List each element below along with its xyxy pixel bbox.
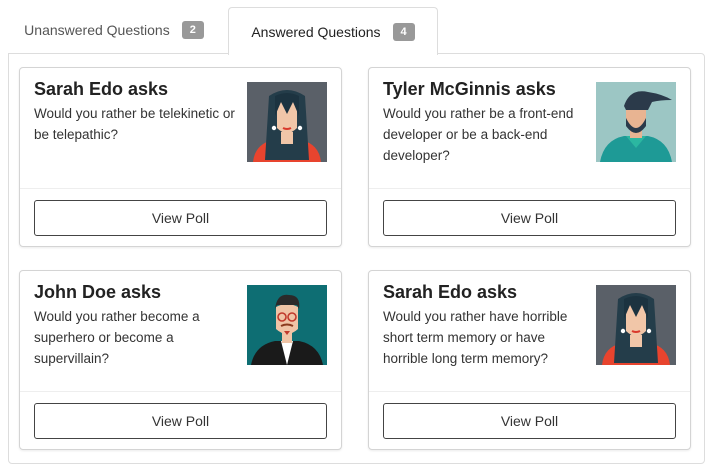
view-poll-button[interactable]: View Poll <box>34 403 327 439</box>
avatar <box>596 285 676 365</box>
poll-author: Sarah Edo asks <box>383 282 518 302</box>
poll-card: Sarah Edo asks Would you rather have hor… <box>368 270 691 450</box>
card-divider <box>369 391 690 392</box>
card-divider <box>20 188 341 189</box>
poll-author: Tyler McGinnis asks <box>383 79 556 99</box>
view-poll-button[interactable]: View Poll <box>34 200 327 236</box>
poll-author: Sarah Edo asks <box>34 79 169 99</box>
view-poll-button[interactable]: View Poll <box>383 403 676 439</box>
tab-answered-questions[interactable]: Answered Questions 4 <box>228 7 438 55</box>
poll-card: Tyler McGinnis asks Would you rather be … <box>368 67 691 247</box>
poll-card: Sarah Edo asks Would you rather be telek… <box>19 67 342 247</box>
card-divider <box>369 188 690 189</box>
man-beard-avatar-icon <box>596 82 676 162</box>
avatar <box>596 82 676 162</box>
poll-author: John Doe asks <box>34 282 162 302</box>
avatar <box>247 285 327 365</box>
view-poll-button[interactable]: View Poll <box>383 200 676 236</box>
woman-long-hair-avatar-icon <box>247 82 327 162</box>
avatar <box>247 82 327 162</box>
card-divider <box>20 391 341 392</box>
man-glasses-avatar-icon <box>247 285 327 365</box>
poll-question: Would you rather become a superhero or b… <box>34 309 200 366</box>
tab-label: Answered Questions <box>251 23 381 40</box>
polls-panel: Sarah Edo asks Would you rather be telek… <box>8 53 705 464</box>
tab-label: Unanswered Questions <box>24 22 170 38</box>
tab-unanswered-questions[interactable]: Unanswered Questions 2 <box>8 7 220 53</box>
question-tabs: Unanswered Questions 2 Answered Question… <box>0 0 714 55</box>
poll-question: Would you rather have horrible short ter… <box>383 309 568 366</box>
count-badge: 2 <box>181 21 204 39</box>
count-badge: 4 <box>392 22 415 41</box>
woman-long-hair-avatar-icon <box>596 285 676 365</box>
poll-question: Would you rather be telekinetic or be te… <box>34 106 235 142</box>
poll-question: Would you rather be a front-end develope… <box>383 106 574 163</box>
poll-card: John Doe asks Would you rather become a … <box>19 270 342 450</box>
